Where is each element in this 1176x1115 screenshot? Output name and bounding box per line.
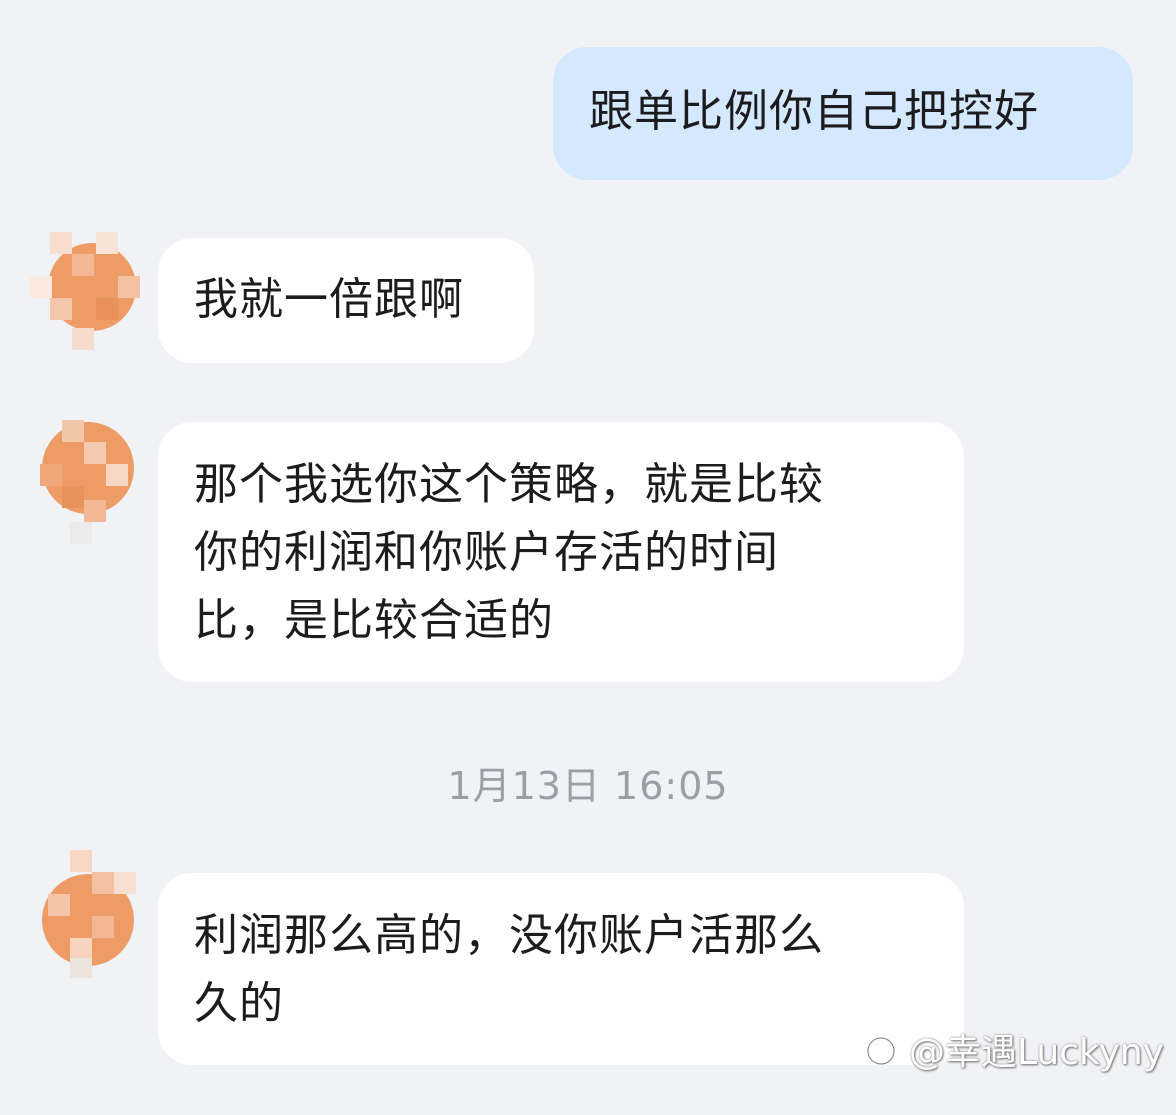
watermark: @幸遇Luckyny (863, 1023, 1164, 1075)
weibo-icon (866, 1033, 901, 1066)
message-bubble-incoming[interactable]: 利润那么高的，没你账户活那么 久的 (158, 873, 964, 1065)
message-text-line: 利润那么高的，没你账户活那么 (194, 910, 824, 961)
contact-avatar[interactable] (40, 850, 136, 978)
message-bubble-incoming[interactable]: 那个我选你这个策略，就是比较 你的利润和你账户存活的时间 比，是比较合适的 (158, 422, 964, 682)
message-text: 我就一倍跟啊 (194, 274, 464, 325)
message-bubble-outgoing[interactable]: 跟单比例你自己把控好 (553, 47, 1133, 180)
avatar-image (40, 420, 134, 544)
message-text-line: 比，是比较合适的 (194, 595, 554, 646)
avatar-image (30, 232, 140, 350)
message-bubble-incoming[interactable]: 我就一倍跟啊 (158, 238, 534, 363)
message-text-line: 久的 (194, 978, 284, 1029)
message-text-line: 你的利润和你账户存活的时间 (194, 527, 779, 578)
message-text: 跟单比例你自己把控好 (589, 86, 1039, 137)
message-text-line: 那个我选你这个策略，就是比较 (194, 459, 824, 510)
contact-avatar[interactable] (30, 232, 140, 350)
watermark-text: @幸遇Luckyny (908, 1032, 1164, 1073)
contact-avatar[interactable] (40, 420, 136, 544)
message-timestamp: 1月13日 16:05 (447, 764, 729, 808)
avatar-image (42, 850, 136, 978)
